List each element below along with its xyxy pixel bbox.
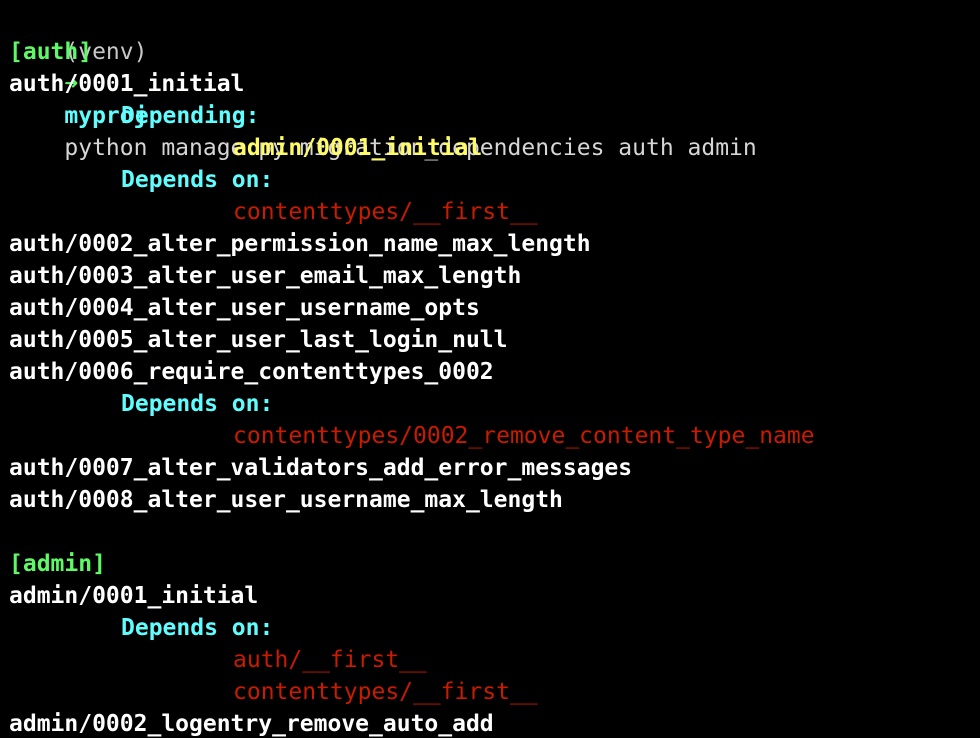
depends-on-item: contenttypes/0002_remove_content_type_na… — [233, 423, 815, 449]
depends-on-item: auth/__first__ — [233, 647, 427, 673]
migration-admin-0001: admin/0001_initial — [9, 583, 259, 609]
migration-auth-0008: auth/0008_alter_user_username_max_length — [9, 487, 563, 513]
migration-admin-0002: admin/0002_logentry_remove_auto_add — [9, 711, 494, 737]
migration-auth-0001: auth/0001_initial — [9, 71, 245, 97]
migration-auth-0006: auth/0006_require_contenttypes_0002 — [9, 359, 494, 385]
depending-item: admin/0001_initial — [233, 135, 483, 161]
prompt-line: (venv) ➜ myproj python manage.py migrati… — [9, 4, 756, 161]
terminal-window[interactable]: (venv) ➜ myproj python manage.py migrati… — [0, 0, 980, 738]
depending-label: Depending: — [121, 103, 260, 129]
migration-auth-0004: auth/0004_alter_user_username_opts — [9, 295, 480, 321]
migration-auth-0002: auth/0002_alter_permission_name_max_leng… — [9, 231, 591, 257]
depends-on-label: Depends on: — [121, 167, 274, 193]
depends-on-item: contenttypes/__first__ — [233, 679, 538, 705]
depends-on-label: Depends on: — [121, 391, 274, 417]
section-header-auth: [auth] — [9, 39, 93, 65]
migration-auth-0007: auth/0007_alter_validators_add_error_mes… — [9, 455, 633, 481]
section-header-admin: [admin] — [9, 551, 106, 577]
depends-on-label: Depends on: — [121, 615, 274, 641]
migration-auth-0003: auth/0003_alter_user_email_max_length — [9, 263, 522, 289]
migration-auth-0005: auth/0005_alter_user_last_login_null — [9, 327, 508, 353]
depends-on-item: contenttypes/__first__ — [233, 199, 538, 225]
